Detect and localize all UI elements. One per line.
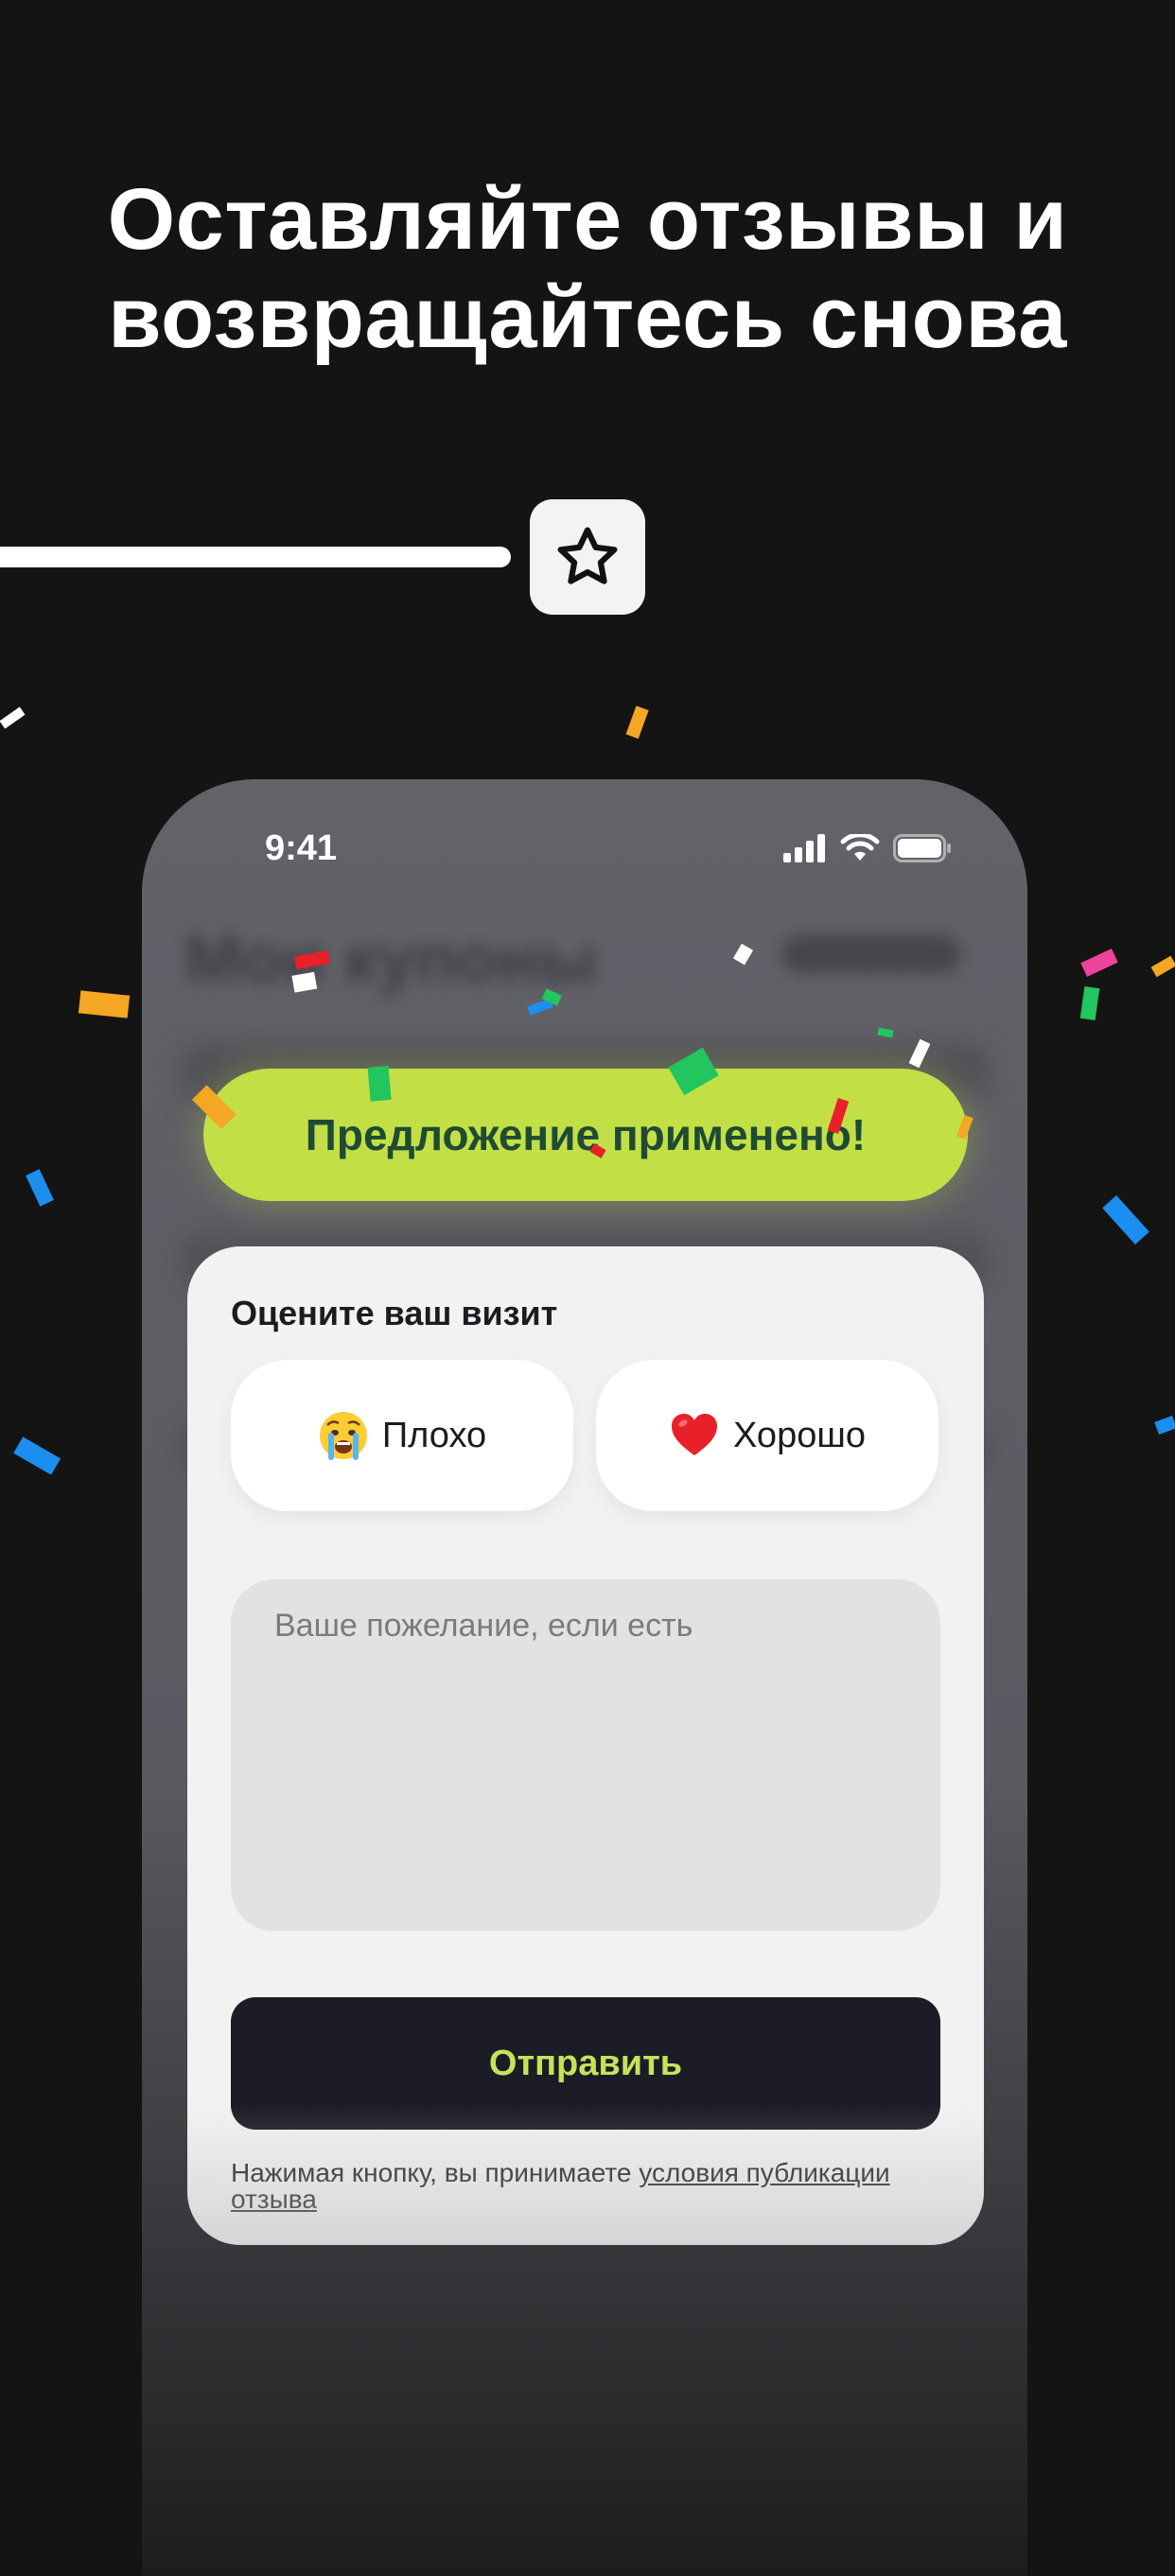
confetti-piece (191, 1085, 237, 1130)
star-outline-icon (557, 527, 618, 584)
headline: Оставляйте отзывы и возвращайтесь снова (0, 170, 1175, 367)
headline-line-2: возвращайтесь снова (108, 270, 1067, 366)
confetti-piece (908, 1038, 931, 1069)
confetti-piece (78, 990, 131, 1018)
confetti-piece (956, 1115, 973, 1140)
terms-prefix: Нажимая кнопку, вы принимаете (231, 2158, 640, 2187)
confetti-piece (1150, 955, 1175, 978)
confetti-piece (26, 1169, 54, 1207)
confetti-piece (827, 1098, 850, 1134)
terms-text: Нажимая кнопку, вы принимаете условия пу… (231, 2160, 893, 2213)
confetti-piece (291, 971, 318, 993)
submit-button[interactable]: Отправить (231, 1997, 940, 2130)
headline-line-1: Оставляйте отзывы и (107, 171, 1068, 268)
confetti-piece (1080, 949, 1118, 977)
confetti-piece (589, 1143, 606, 1158)
confetti-piece (0, 706, 26, 729)
confetti-piece (1079, 986, 1100, 1020)
confetti-piece (877, 1027, 894, 1038)
confetti-piece (1102, 1194, 1149, 1245)
confetti-piece (13, 1436, 61, 1475)
confetti-piece (668, 1047, 719, 1096)
confetti-piece (294, 949, 330, 970)
confetti-piece (367, 1066, 392, 1102)
confetti-piece (1154, 1416, 1175, 1435)
progress-line (0, 547, 511, 567)
confetti-piece (732, 943, 754, 966)
confetti-piece (625, 705, 649, 740)
wish-input[interactable] (231, 1579, 940, 1931)
confetti-decoration (0, 705, 1175, 1475)
step-badge (530, 499, 645, 615)
